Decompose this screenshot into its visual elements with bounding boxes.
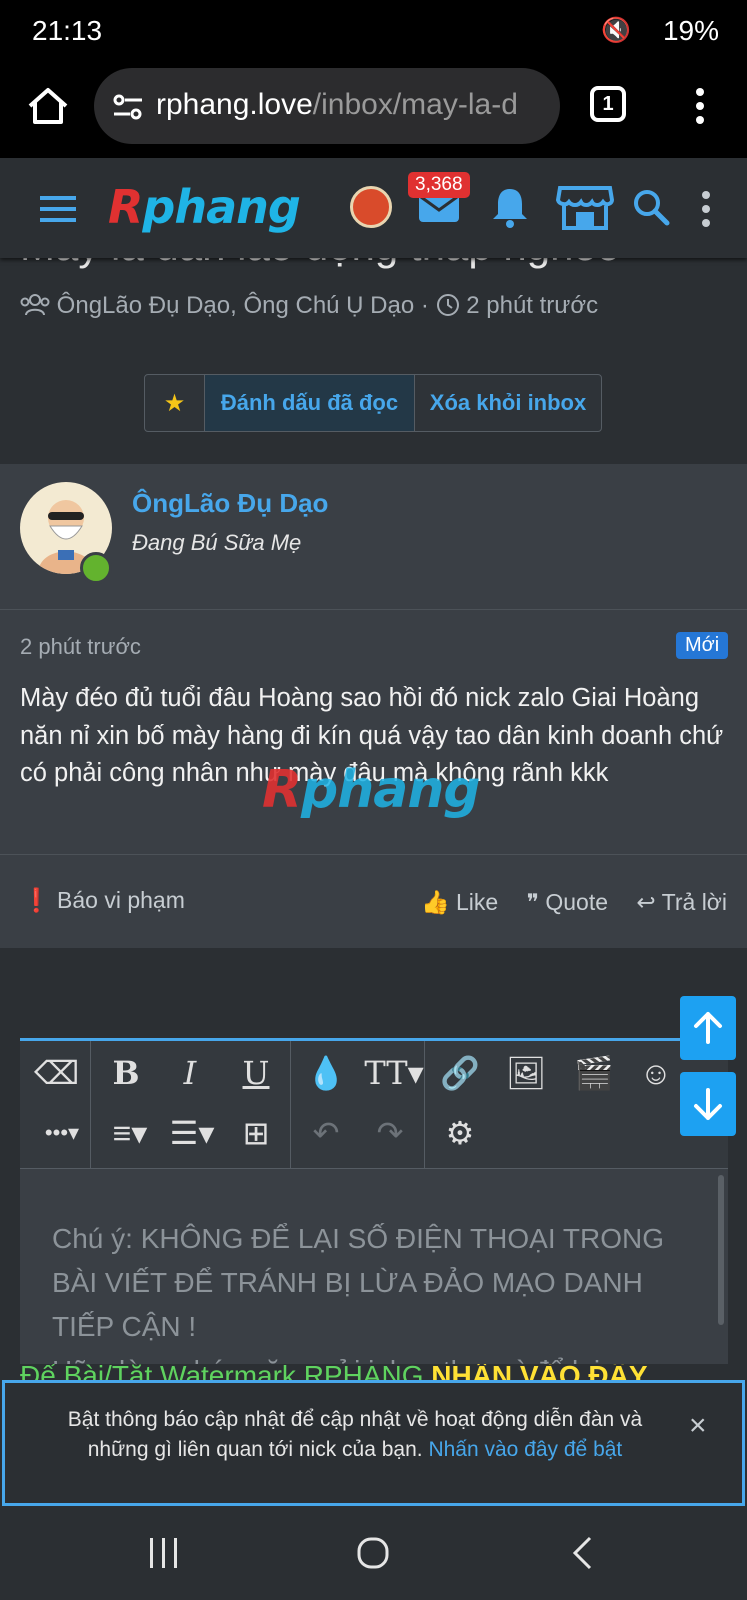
site-logo[interactable]: Rphang xyxy=(108,180,301,234)
reply-editor: ⌫ B I U 💧 TT▾ 🔗 🖼 🎬 ☺ •••▾ ≡▾ ☰▾ ⊞ ↶ ↷ ⚙… xyxy=(20,1038,728,1364)
remove-from-inbox-button[interactable]: Xóa khỏi inbox xyxy=(415,375,601,431)
browser-toolbar: rphang.love/inbox/may-la-d 1 xyxy=(0,62,747,158)
message-footer: ❗ Báo vi phạm 👍 Like ❞ Quote ↩ Trả lời xyxy=(0,854,747,948)
redo-icon[interactable]: ↷ xyxy=(368,1111,412,1155)
participants[interactable]: ÔngLão Đụ Dạo, Ông Chú Ụ Dạo xyxy=(57,292,415,319)
url-text: rphang.love/inbox/may-la-d xyxy=(156,88,518,121)
link-icon[interactable]: 🔗 xyxy=(438,1051,482,1095)
user-title: Đang Bú Sữa Mẹ xyxy=(132,530,302,555)
new-badge: Mới xyxy=(676,632,729,659)
mark-read-button[interactable]: Đánh dấu đã đọc xyxy=(205,375,415,431)
table-icon[interactable]: ⊞ xyxy=(234,1111,278,1155)
back-icon[interactable] xyxy=(570,1536,594,1570)
user-avatar[interactable] xyxy=(350,186,392,228)
battery-level: 19% xyxy=(662,15,719,46)
underline-icon[interactable]: U xyxy=(234,1051,278,1095)
conversation-time: 2 phút trước xyxy=(466,292,599,319)
store-icon[interactable] xyxy=(556,184,614,230)
conversation-meta: ÔngLão Đụ Dạo, Ông Chú Ụ Dạo · 2 phút tr… xyxy=(20,292,598,320)
eraser-icon[interactable]: ⌫ xyxy=(34,1051,79,1095)
conversation-actions: ★ Đánh dấu đã đọc Xóa khỏi inbox xyxy=(144,374,602,432)
watermark-toggle-link[interactable]: Để Bài/Tắt Watermark RPHANG NHẤN VÀO ĐÂY xyxy=(20,1364,728,1380)
message-time[interactable]: 2 phút trước xyxy=(20,634,141,660)
thumbs-up-icon: 👍 xyxy=(420,889,450,915)
address-bar[interactable]: rphang.love/inbox/may-la-d xyxy=(94,68,560,144)
notice-text: Bật thông báo cập nhật để cập nhật về ho… xyxy=(67,1408,643,1461)
like-button[interactable]: 👍 Like xyxy=(421,889,498,915)
star-button[interactable]: ★ xyxy=(145,375,205,431)
recent-apps-icon[interactable] xyxy=(148,1536,180,1570)
users-icon xyxy=(20,294,50,316)
site-settings-icon[interactable] xyxy=(112,94,144,120)
mute-icon: 🔇 xyxy=(601,16,637,44)
status-icons: 🔇 xyxy=(601,16,637,44)
push-notification-notice: Bật thông báo cập nhật để cập nhật về ho… xyxy=(2,1380,745,1506)
message-user-header: ÔngLão Đụ Dạo Đang Bú Sữa Mẹ xyxy=(0,464,747,610)
alert-icon: ❗ xyxy=(22,887,51,913)
enable-notifications-link[interactable]: Nhấn vào đây để bật xyxy=(428,1438,622,1461)
site-header: Rphang 3,368 xyxy=(0,158,747,258)
status-bar: 21:13 🔇 19% xyxy=(0,0,747,62)
editor-toolbar: ⌫ B I U 💧 TT▾ 🔗 🖼 🎬 ☺ •••▾ ≡▾ ☰▾ ⊞ ↶ ↷ ⚙ xyxy=(20,1041,728,1169)
status-time: 21:13 xyxy=(32,15,103,46)
search-icon[interactable] xyxy=(632,188,670,226)
close-icon[interactable]: × xyxy=(689,1409,707,1443)
color-icon[interactable]: 💧 xyxy=(304,1051,348,1095)
list-icon[interactable]: ☰▾ xyxy=(166,1111,218,1155)
more-options-icon[interactable] xyxy=(698,190,714,228)
report-link[interactable]: ❗ Báo vi phạm xyxy=(22,887,185,914)
hamburger-menu-icon[interactable] xyxy=(40,194,76,224)
tab-switcher-button[interactable]: 1 xyxy=(590,86,626,122)
star-icon: ★ xyxy=(163,389,186,417)
reply-button[interactable]: ↩ Trả lời xyxy=(636,889,727,915)
reply-icon: ↩ xyxy=(636,889,656,915)
message-actions: 👍 Like ❞ Quote ↩ Trả lời xyxy=(399,889,727,916)
watermark-logo: Rphang xyxy=(262,760,481,820)
online-status-icon xyxy=(80,552,112,584)
text-size-icon[interactable]: TT▾ xyxy=(364,1051,424,1095)
editor-placeholder[interactable]: Chú ý: KHÔNG ĐỂ LẠI SỐ ĐIỆN THOẠI TRONG … xyxy=(52,1217,702,1364)
message-username[interactable]: ÔngLão Đụ Dạo xyxy=(132,488,328,519)
arrow-down-icon xyxy=(694,1088,722,1120)
align-icon[interactable]: ≡▾ xyxy=(104,1111,156,1155)
more-formatting-icon[interactable]: •••▾ xyxy=(34,1111,90,1155)
quote-icon: ❞ xyxy=(526,889,539,915)
bell-icon[interactable] xyxy=(490,186,530,228)
system-nav-bar xyxy=(0,1506,747,1600)
bold-icon[interactable]: B xyxy=(104,1051,148,1095)
inbox-count-badge: 3,368 xyxy=(408,172,470,198)
home-icon[interactable] xyxy=(26,84,70,128)
home-nav-icon[interactable] xyxy=(356,1536,390,1570)
emoji-icon[interactable]: ☺ xyxy=(634,1051,678,1095)
meta-separator: · xyxy=(420,292,429,319)
video-icon[interactable]: 🎬 xyxy=(572,1051,616,1095)
quote-button[interactable]: ❞ Quote xyxy=(527,889,608,915)
undo-icon[interactable]: ↶ xyxy=(304,1111,348,1155)
scroll-top-button[interactable] xyxy=(680,996,736,1060)
browser-menu-icon[interactable] xyxy=(682,84,718,128)
italic-icon[interactable]: I xyxy=(168,1051,212,1095)
scroll-bottom-button[interactable] xyxy=(680,1072,736,1136)
arrow-up-icon xyxy=(694,1012,722,1044)
image-icon[interactable]: 🖼 xyxy=(504,1051,548,1095)
settings-icon[interactable]: ⚙ xyxy=(438,1111,482,1155)
editor-scrollbar[interactable] xyxy=(718,1175,724,1325)
clock-icon xyxy=(436,294,459,316)
